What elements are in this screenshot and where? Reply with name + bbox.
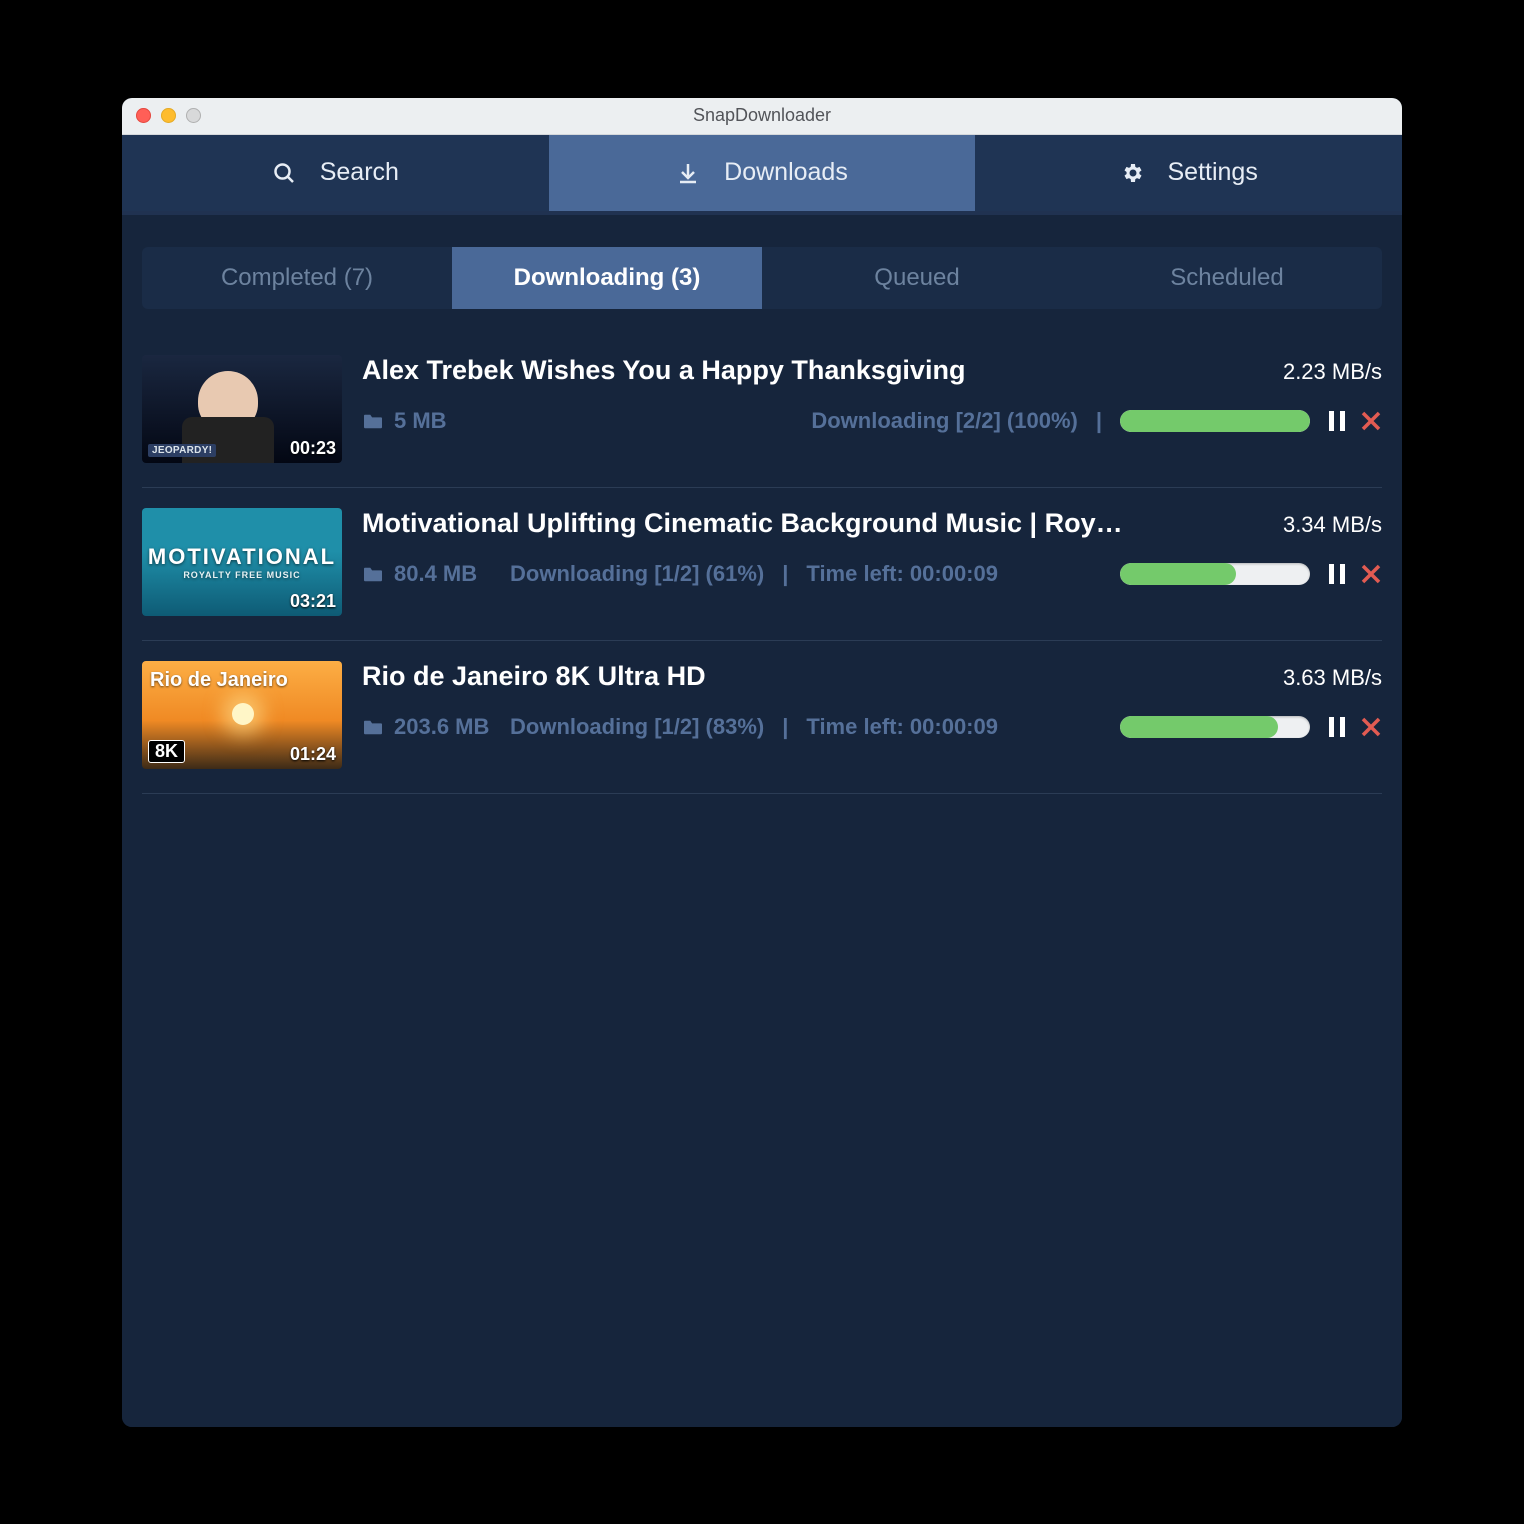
thumbnail-text: Rio de Janeiro: [150, 669, 288, 692]
video-title: Alex Trebek Wishes You a Happy Thanksgiv…: [362, 355, 965, 386]
time-left: Time left: 00:00:09: [806, 714, 998, 740]
download-row: Rio de Janeiro 8K 01:24 Rio de Janeiro 8…: [142, 641, 1382, 794]
nav-search-label: Search: [320, 158, 399, 187]
nav-downloads-label: Downloads: [724, 158, 848, 187]
thumbnail-badge: 8K: [148, 740, 185, 763]
download-icon: [676, 161, 700, 185]
gear-icon: [1120, 161, 1144, 185]
size-value: 203.6 MB: [394, 714, 489, 740]
download-speed: 3.63 MB/s: [1283, 665, 1382, 691]
video-title: Rio de Janeiro 8K Ultra HD: [362, 661, 706, 692]
title-bar: SnapDownloader: [122, 98, 1402, 135]
pause-button[interactable]: [1328, 717, 1346, 737]
status-tabs: Completed (7) Downloading (3) Queued Sch…: [142, 247, 1382, 309]
download-info: Motivational Uplifting Cinematic Backgro…: [362, 508, 1382, 587]
download-status: Downloading [2/2] (100%): [811, 408, 1077, 434]
video-duration: 01:24: [290, 744, 336, 765]
video-thumbnail[interactable]: MOTIVATIONAL ROYALTY FREE MUSIC 03:21: [142, 508, 342, 616]
folder-icon: [362, 718, 384, 736]
file-size: 80.4 MB: [362, 561, 492, 587]
tab-downloading[interactable]: Downloading (3): [452, 247, 762, 309]
tab-completed[interactable]: Completed (7): [142, 247, 452, 309]
progress-fill: [1120, 410, 1310, 432]
video-title: Motivational Uplifting Cinematic Backgro…: [362, 508, 1123, 539]
separator: |: [1096, 408, 1102, 434]
progress-fill: [1120, 716, 1278, 738]
size-value: 80.4 MB: [394, 561, 477, 587]
separator: |: [782, 561, 788, 587]
folder-icon: [362, 565, 384, 583]
download-speed: 2.23 MB/s: [1283, 359, 1382, 385]
file-size: 5 MB: [362, 408, 492, 434]
download-row: MOTIVATIONAL ROYALTY FREE MUSIC 03:21 Mo…: [142, 488, 1382, 641]
app-window: SnapDownloader Search Downloads Settings…: [122, 98, 1402, 1427]
nav-search[interactable]: Search: [122, 135, 549, 211]
progress-bar: [1120, 410, 1310, 432]
size-value: 5 MB: [394, 408, 447, 434]
time-left: Time left: 00:00:09: [806, 561, 998, 587]
download-info: Alex Trebek Wishes You a Happy Thanksgiv…: [362, 355, 1382, 434]
progress-bar: [1120, 563, 1310, 585]
progress-bar: [1120, 716, 1310, 738]
download-status: Downloading [1/2] (61%): [510, 561, 764, 587]
thumbnail-subtext: ROYALTY FREE MUSIC: [183, 570, 300, 580]
separator: |: [782, 714, 788, 740]
nav-downloads[interactable]: Downloads: [549, 135, 976, 211]
thumbnail-art: [232, 703, 254, 725]
download-row: JEOPARDY! 00:23 Alex Trebek Wishes You a…: [142, 335, 1382, 488]
folder-icon: [362, 412, 384, 430]
file-size: 203.6 MB: [362, 714, 492, 740]
download-status: Downloading [1/2] (83%): [510, 714, 764, 740]
tab-queued[interactable]: Queued: [762, 247, 1072, 309]
cancel-button[interactable]: [1360, 716, 1382, 738]
nav-settings[interactable]: Settings: [975, 135, 1402, 211]
window-title: SnapDownloader: [122, 105, 1402, 126]
video-duration: 03:21: [290, 591, 336, 612]
top-nav: Search Downloads Settings: [122, 135, 1402, 215]
download-speed: 3.34 MB/s: [1283, 512, 1382, 538]
cancel-button[interactable]: [1360, 563, 1382, 585]
pause-button[interactable]: [1328, 411, 1346, 431]
download-info: Rio de Janeiro 8K Ultra HD 3.63 MB/s 203…: [362, 661, 1382, 740]
pause-button[interactable]: [1328, 564, 1346, 584]
video-thumbnail[interactable]: JEOPARDY! 00:23: [142, 355, 342, 463]
search-icon: [272, 161, 296, 185]
thumbnail-logo: JEOPARDY!: [148, 444, 216, 457]
cancel-button[interactable]: [1360, 410, 1382, 432]
thumbnail-text: MOTIVATIONAL: [148, 544, 336, 570]
nav-settings-label: Settings: [1168, 158, 1258, 187]
video-duration: 00:23: [290, 438, 336, 459]
video-thumbnail[interactable]: Rio de Janeiro 8K 01:24: [142, 661, 342, 769]
app-body: Completed (7) Downloading (3) Queued Sch…: [122, 215, 1402, 1427]
progress-fill: [1120, 563, 1236, 585]
tab-scheduled[interactable]: Scheduled: [1072, 247, 1382, 309]
